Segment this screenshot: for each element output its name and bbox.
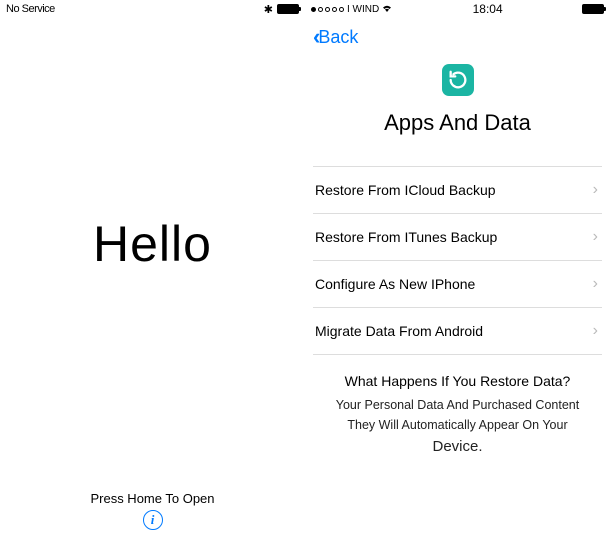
chevron-right-icon: › [593,275,598,293]
footer-line: Your Personal Data And Purchased Content [336,398,579,412]
option-label: Migrate Data From Android [315,323,483,339]
option-restore-itunes[interactable]: Restore From ITunes Backup › [313,214,602,261]
bluetooth-icon: ✱ [264,3,273,16]
wifi-icon [381,3,393,16]
option-configure-new[interactable]: Configure As New IPhone › [313,261,602,308]
clock: 18:04 [473,2,503,16]
option-label: Restore From ITunes Backup [315,229,497,245]
option-label: Configure As New IPhone [315,276,475,292]
back-label: Back [318,27,358,48]
restore-icon [442,64,474,96]
chevron-right-icon: › [593,228,598,246]
status-bar-left: No Service ✱ [0,0,305,18]
footer-line: They Will Automatically Appear On Your [347,418,567,432]
page-title: Apps And Data [305,110,610,136]
status-bar-right: I WIND 18:04 [305,0,610,18]
signal-icon [311,7,344,12]
footer-title: What Happens If You Restore Data? [313,373,602,389]
info-icon[interactable]: i [143,510,163,530]
footer-text: What Happens If You Restore Data? Your P… [305,373,610,459]
hello-greeting: Hello [0,215,305,273]
back-button[interactable]: ‹ Back [305,18,610,56]
carrier-label: No Service [6,3,55,15]
footer-line: Device. [313,435,602,459]
press-home-label[interactable]: Press Home To Open [0,491,305,506]
battery-icon [582,4,604,14]
chevron-right-icon: › [593,181,598,199]
carrier-label: I WIND [347,4,379,15]
option-restore-icloud[interactable]: Restore From ICloud Backup › [313,167,602,214]
battery-icon [277,4,299,14]
option-label: Restore From ICloud Backup [315,182,496,198]
option-migrate-android[interactable]: Migrate Data From Android › [313,308,602,355]
chevron-right-icon: › [593,322,598,340]
option-list: Restore From ICloud Backup › Restore Fro… [313,166,602,355]
